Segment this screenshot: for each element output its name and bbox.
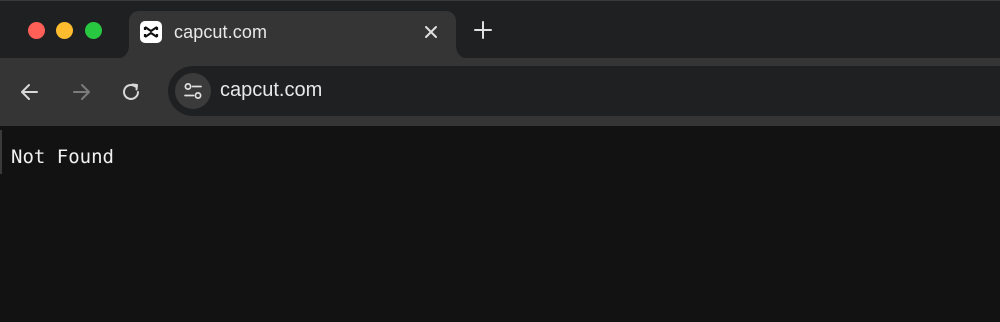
page-content: Not Found (0, 126, 1000, 322)
browser-window: capcut.com capcut.com Not Found (0, 0, 1000, 322)
tune-icon[interactable] (175, 73, 211, 109)
close-window-button[interactable] (28, 22, 45, 39)
close-tab-icon[interactable] (422, 23, 440, 41)
minimize-window-button[interactable] (56, 22, 73, 39)
tab-strip: capcut.com (0, 0, 1000, 59)
maximize-window-button[interactable] (85, 22, 102, 39)
url-text[interactable]: capcut.com (220, 79, 322, 102)
address-bar[interactable]: capcut.com (168, 66, 1000, 116)
tab-title: capcut.com (174, 22, 268, 42)
back-arrow-icon[interactable] (18, 80, 42, 104)
capcut-logo-icon (140, 21, 162, 43)
new-tab-icon[interactable] (472, 19, 494, 41)
toolbar: capcut.com (0, 58, 1000, 126)
reload-icon[interactable] (119, 80, 143, 104)
tab-capcut[interactable]: capcut.com (117, 11, 468, 59)
content-divider (0, 130, 2, 174)
forward-arrow-icon[interactable] (69, 80, 93, 104)
not-found-message: Not Found (11, 146, 114, 168)
